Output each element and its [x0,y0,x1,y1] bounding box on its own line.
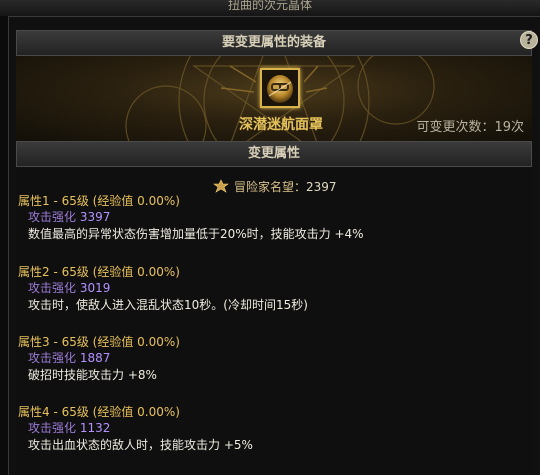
window-title: 扭曲的次元晶体 [0,0,540,16]
enhance-value: 1132 [79,421,111,435]
attribute-enhance: 攻击强化 1132 [18,420,518,436]
attribute-effect: 破招时技能攻击力 +8% [28,368,157,382]
attribute-effect: 数值最高的异常状态伤害增加量低于20%时，技能攻击力 +4% [28,227,364,241]
attribute-entry-2: 属性2 - 65级 (经验值 0.00%) 攻击强化 3019 攻击时，使敌人进… [18,264,518,314]
attribute-entry-1: 属性1 - 65级 (经验值 0.00%) 攻击强化 3397 数值最高的异常状… [18,193,518,243]
attribute-enhance: 攻击强化 1887 [18,350,518,366]
enhance-value: 3019 [79,281,111,295]
item-name: 深潜迷航面罩 [239,117,323,133]
enhance-label: 攻击强化 [28,421,77,435]
attribute-enhance: 攻击强化 3397 [18,209,518,225]
renown-label: 冒险家名望： [234,180,307,194]
attribute-entry-3: 属性3 - 65级 (经验值 0.00%) 攻击强化 1887 破招时技能攻击力… [18,334,518,384]
attribute-enhance: 攻击强化 3019 [18,280,518,296]
equip-panel: 深潜迷航面罩 可变更次数：19次 [16,56,532,141]
help-icon[interactable]: ? [520,31,538,49]
enhance-label: 攻击强化 [28,351,77,365]
attribute-title: 属性1 - 65级 (经验值 0.00%) [18,194,180,208]
renown-value: 2397 [306,180,337,194]
mask-icon [267,75,293,103]
enhance-value: 1887 [79,351,111,365]
item-slot[interactable] [260,68,300,108]
attribute-title: 属性2 - 65级 (经验值 0.00%) [18,265,180,279]
attribute-effect: 攻击出血状态的敌人时，技能攻击力 +5% [28,438,253,452]
enhance-label: 攻击强化 [28,281,77,295]
equip-section-header: 要变更属性的装备 [16,30,532,56]
attribute-title: 属性3 - 65级 (经验值 0.00%) [18,335,180,349]
enhance-label: 攻击强化 [28,210,77,224]
attribute-entry-4: 属性4 - 65级 (经验值 0.00%) 攻击强化 1132 攻击出血状态的敌… [18,404,518,454]
change-count: 可变更次数：19次 [416,120,524,135]
attribute-title: 属性4 - 65级 (经验值 0.00%) [18,405,180,419]
attr-section-header: 变更属性 [16,141,532,167]
attribute-effect: 攻击时，使敌人进入混乱状态10秒。(冷却时间15秒) [28,298,308,312]
renown-icon [213,179,229,193]
enhance-value: 3397 [79,210,111,224]
